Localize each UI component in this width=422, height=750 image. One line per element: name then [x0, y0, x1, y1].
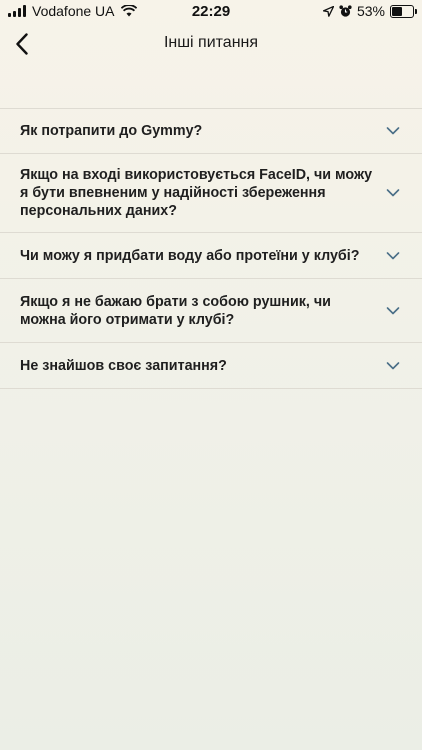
chevron-down-icon	[386, 188, 400, 198]
status-bar: Vodafone UA 22:29 53%	[0, 0, 422, 22]
chevron-down-icon	[386, 126, 400, 136]
alarm-icon	[339, 4, 352, 17]
page-title: Інші питання	[163, 34, 259, 51]
faq-question: Якщо на вході використовується FaceID, ч…	[20, 167, 373, 219]
battery-icon	[390, 4, 417, 18]
chevron-down-icon	[386, 306, 400, 316]
faq-item-not-found[interactable]: Не знайшов своє запитання?	[0, 342, 422, 389]
faq-question: Не знайшов своє запитання?	[20, 357, 227, 374]
chevron-down-icon	[386, 361, 400, 371]
navigation-bar: Інші питання	[0, 28, 422, 62]
faq-item-water-protein[interactable]: Чи можу я придбати воду або протеїни у к…	[0, 232, 422, 278]
faq-question: Якщо я не бажаю брати з собою рушник, чи…	[20, 293, 331, 328]
faq-item-how-to-get[interactable]: Як потрапити до Gymmy?	[0, 108, 422, 153]
status-right: 53%	[322, 3, 417, 19]
location-icon	[322, 5, 334, 17]
battery-percent: 53%	[356, 3, 385, 19]
faq-item-faceid[interactable]: Якщо на вході використовується FaceID, ч…	[0, 153, 422, 232]
faq-item-towel[interactable]: Якщо я не бажаю брати з собою рушник, чи…	[0, 278, 422, 342]
chevron-down-icon	[386, 251, 400, 261]
faq-question: Чи можу я придбати воду або протеїни у к…	[20, 247, 360, 264]
faq-list: Як потрапити до Gymmy? Якщо на вході вик…	[0, 108, 422, 389]
faq-question: Як потрапити до Gymmy?	[20, 123, 203, 139]
